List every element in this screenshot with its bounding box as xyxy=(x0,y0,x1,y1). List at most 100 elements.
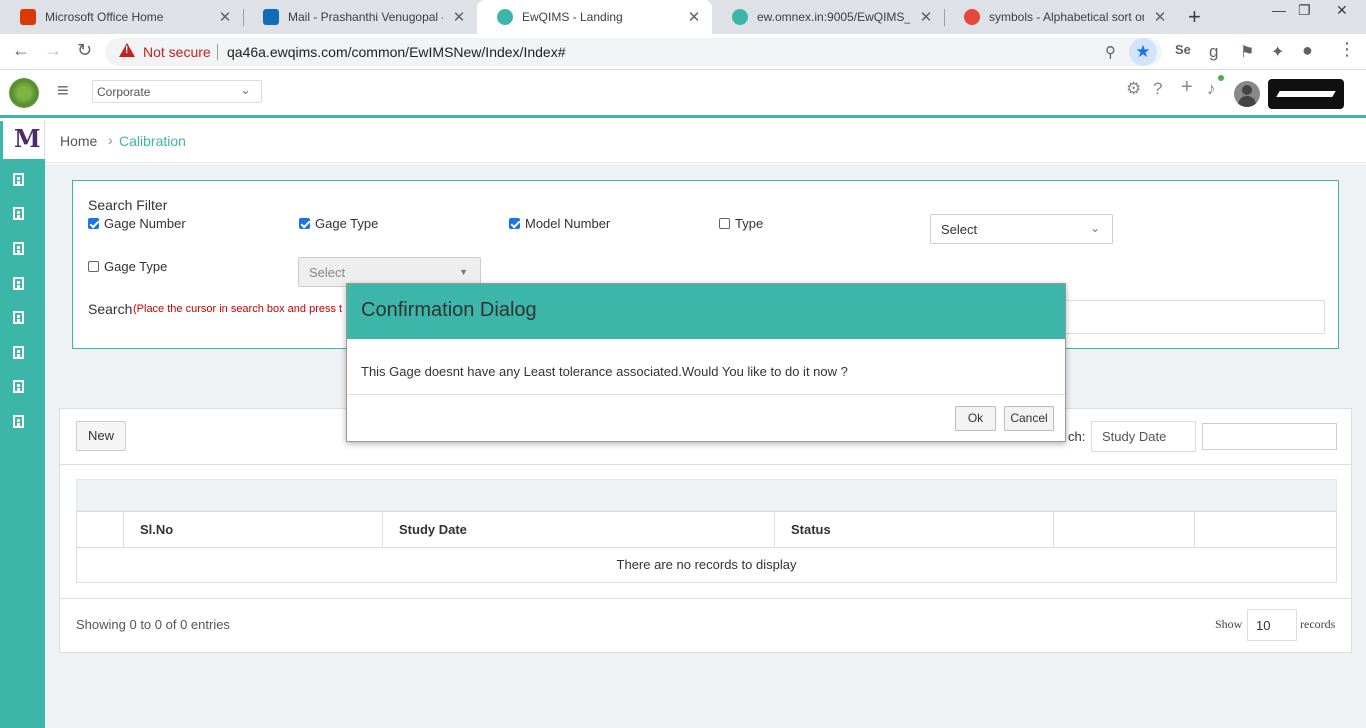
new-tab-icon[interactable]: + xyxy=(1188,4,1201,30)
extensions-puzzle-icon[interactable]: ✦ xyxy=(1271,42,1284,62)
checkbox-unchecked[interactable] xyxy=(88,261,99,272)
user-avatar[interactable] xyxy=(1234,81,1260,107)
type-checkbox[interactable]: Type xyxy=(719,216,763,231)
forward-icon[interactable]: → xyxy=(44,40,62,61)
checkbox-checked[interactable] xyxy=(88,218,99,229)
new-button[interactable]: New xyxy=(76,421,126,451)
records-label: records xyxy=(1300,617,1336,631)
module-logo[interactable]: M xyxy=(3,121,45,159)
omnibox-divider xyxy=(217,44,218,60)
checkbox-checked[interactable] xyxy=(299,218,310,229)
gage-type-filter-checkbox[interactable]: Gage Type xyxy=(88,259,167,274)
organization-select[interactable]: Corporate ⌄ xyxy=(92,80,262,103)
checkbox-label: Gage Type xyxy=(315,216,379,231)
pagination-summary: Showing 0 to 0 of 0 entries xyxy=(76,617,230,632)
gage-number-checkbox[interactable]: Gage Number xyxy=(88,216,186,231)
url-text[interactable]: qa46a.ewqims.com/common/EwIMSNew/Index/I… xyxy=(227,44,565,60)
building-icon[interactable] xyxy=(13,311,24,324)
ok-button[interactable]: Ok xyxy=(955,406,996,431)
browser-tabstrip: Microsoft Office Home ✕ Mail - Prashanth… xyxy=(0,0,1366,34)
column-header-status[interactable]: Status xyxy=(775,512,1054,547)
app-logo[interactable] xyxy=(9,78,39,108)
reload-icon[interactable]: ↻ xyxy=(77,40,92,61)
building-icon[interactable] xyxy=(13,277,24,290)
warning-icon[interactable] xyxy=(119,43,135,57)
app-header: ≡ Corporate ⌄ ⚙ ? + ♪ xyxy=(0,71,1366,118)
security-label[interactable]: Not secure xyxy=(143,44,211,60)
acrobat-extension-icon[interactable]: ⚑ xyxy=(1240,42,1254,62)
restore-icon[interactable]: ❐ xyxy=(1298,2,1311,19)
column-header-action[interactable] xyxy=(1054,512,1195,547)
dialog-header: Confirmation Dialog xyxy=(347,284,1065,339)
module-logo-mark: M xyxy=(14,124,41,153)
building-icon[interactable] xyxy=(13,415,24,428)
browser-tab-symbols[interactable]: symbols - Alphabetical sort ord ✕ xyxy=(944,0,1178,34)
building-icon[interactable] xyxy=(13,207,24,220)
selenium-extension-icon[interactable]: Se xyxy=(1175,42,1191,57)
tab-label: Microsoft Office Home xyxy=(45,10,164,24)
building-icon[interactable] xyxy=(13,242,24,255)
building-icon[interactable] xyxy=(13,380,24,393)
building-icon[interactable] xyxy=(13,173,24,186)
breadcrumb-home[interactable]: Home xyxy=(60,133,97,149)
browser-tab-mail[interactable]: Mail - Prashanthi Venugopal - O ✕ xyxy=(243,0,477,34)
tab-label: ew.omnex.in:9005/EwQIMS_Inst xyxy=(757,10,910,24)
tab-label: Mail - Prashanthi Venugopal - O xyxy=(288,10,443,24)
search-input[interactable] xyxy=(1063,300,1325,334)
close-window-icon[interactable]: ✕ xyxy=(1336,2,1348,19)
grid-search-input[interactable] xyxy=(1202,423,1337,450)
building-icon[interactable] xyxy=(13,346,24,359)
grammarly-extension-icon[interactable]: g xyxy=(1209,42,1218,62)
model-number-checkbox[interactable]: Model Number xyxy=(509,216,610,231)
profile-icon[interactable]: ● xyxy=(1302,40,1313,61)
browser-tab-omnex[interactable]: ew.omnex.in:9005/EwQIMS_Inst ✕ xyxy=(712,0,944,34)
browser-tab-office[interactable]: Microsoft Office Home ✕ xyxy=(0,0,243,34)
zoom-icon[interactable]: ⚲ xyxy=(1105,43,1116,61)
breadcrumb: Home › Calibration xyxy=(45,121,1366,163)
dialog-message: This Gage doesnt have any Least toleranc… xyxy=(361,364,848,379)
search-filter-title: Search Filter xyxy=(88,197,168,213)
browser-tab-ewqims[interactable]: EwQIMS - Landing ✕ xyxy=(477,0,712,34)
help-icon[interactable]: ? xyxy=(1153,79,1162,99)
notification-bell-icon[interactable]: ♪ xyxy=(1207,79,1216,99)
search-hint: (Place the cursor in search box and pres… xyxy=(133,303,343,315)
add-icon[interactable]: + xyxy=(1181,76,1193,99)
empty-table-message: There are no records to display xyxy=(76,548,1337,583)
address-bar[interactable]: Not secure qa46a.ewqims.com/common/EwIMS… xyxy=(105,38,1162,66)
column-header-study-date[interactable]: Study Date xyxy=(383,512,775,547)
close-icon[interactable]: ✕ xyxy=(1152,8,1168,26)
grid-search-label: ch: xyxy=(1068,429,1086,444)
omnex-icon xyxy=(732,9,748,25)
left-sidebar: M xyxy=(0,121,45,728)
column-header-select[interactable] xyxy=(77,512,124,547)
dialog-title: Confirmation Dialog xyxy=(361,299,537,321)
page-size-input[interactable]: 10 xyxy=(1247,609,1297,641)
checkbox-unchecked[interactable] xyxy=(719,218,730,229)
organization-select-value: Corporate xyxy=(97,85,151,99)
page-size-label: Show xyxy=(1215,617,1243,631)
back-icon[interactable]: ← xyxy=(12,40,30,61)
gage-type-checkbox[interactable]: Gage Type xyxy=(299,216,378,231)
column-header-slno[interactable]: Sl.No xyxy=(124,512,383,547)
cancel-button[interactable]: Cancel xyxy=(1004,406,1054,431)
menu-dots-icon[interactable]: ⋮ xyxy=(1338,39,1356,60)
bookmark-star-icon[interactable]: ★ xyxy=(1129,38,1157,66)
type-select[interactable]: Select ⌄ xyxy=(930,214,1113,244)
column-header-action[interactable] xyxy=(1195,512,1336,547)
close-icon[interactable]: ✕ xyxy=(686,8,702,26)
checkbox-checked[interactable] xyxy=(509,218,520,229)
outlook-icon xyxy=(263,9,279,25)
office-icon xyxy=(20,9,36,25)
search-column-select[interactable]: Study Date xyxy=(1091,421,1196,452)
settings-gear-icon[interactable]: ⚙ xyxy=(1126,79,1141,99)
close-icon[interactable]: ✕ xyxy=(918,8,934,26)
chevron-down-icon: ⌄ xyxy=(1089,221,1100,235)
close-icon[interactable]: ✕ xyxy=(217,8,233,26)
checkbox-label: Model Number xyxy=(525,216,611,231)
breadcrumb-current[interactable]: Calibration xyxy=(119,133,186,149)
hamburger-menu-icon[interactable]: ≡ xyxy=(57,80,69,103)
divider xyxy=(60,598,1351,599)
close-icon[interactable]: ✕ xyxy=(451,8,467,26)
search-label: Search xyxy=(88,301,133,317)
minimize-icon[interactable]: — xyxy=(1272,2,1286,18)
